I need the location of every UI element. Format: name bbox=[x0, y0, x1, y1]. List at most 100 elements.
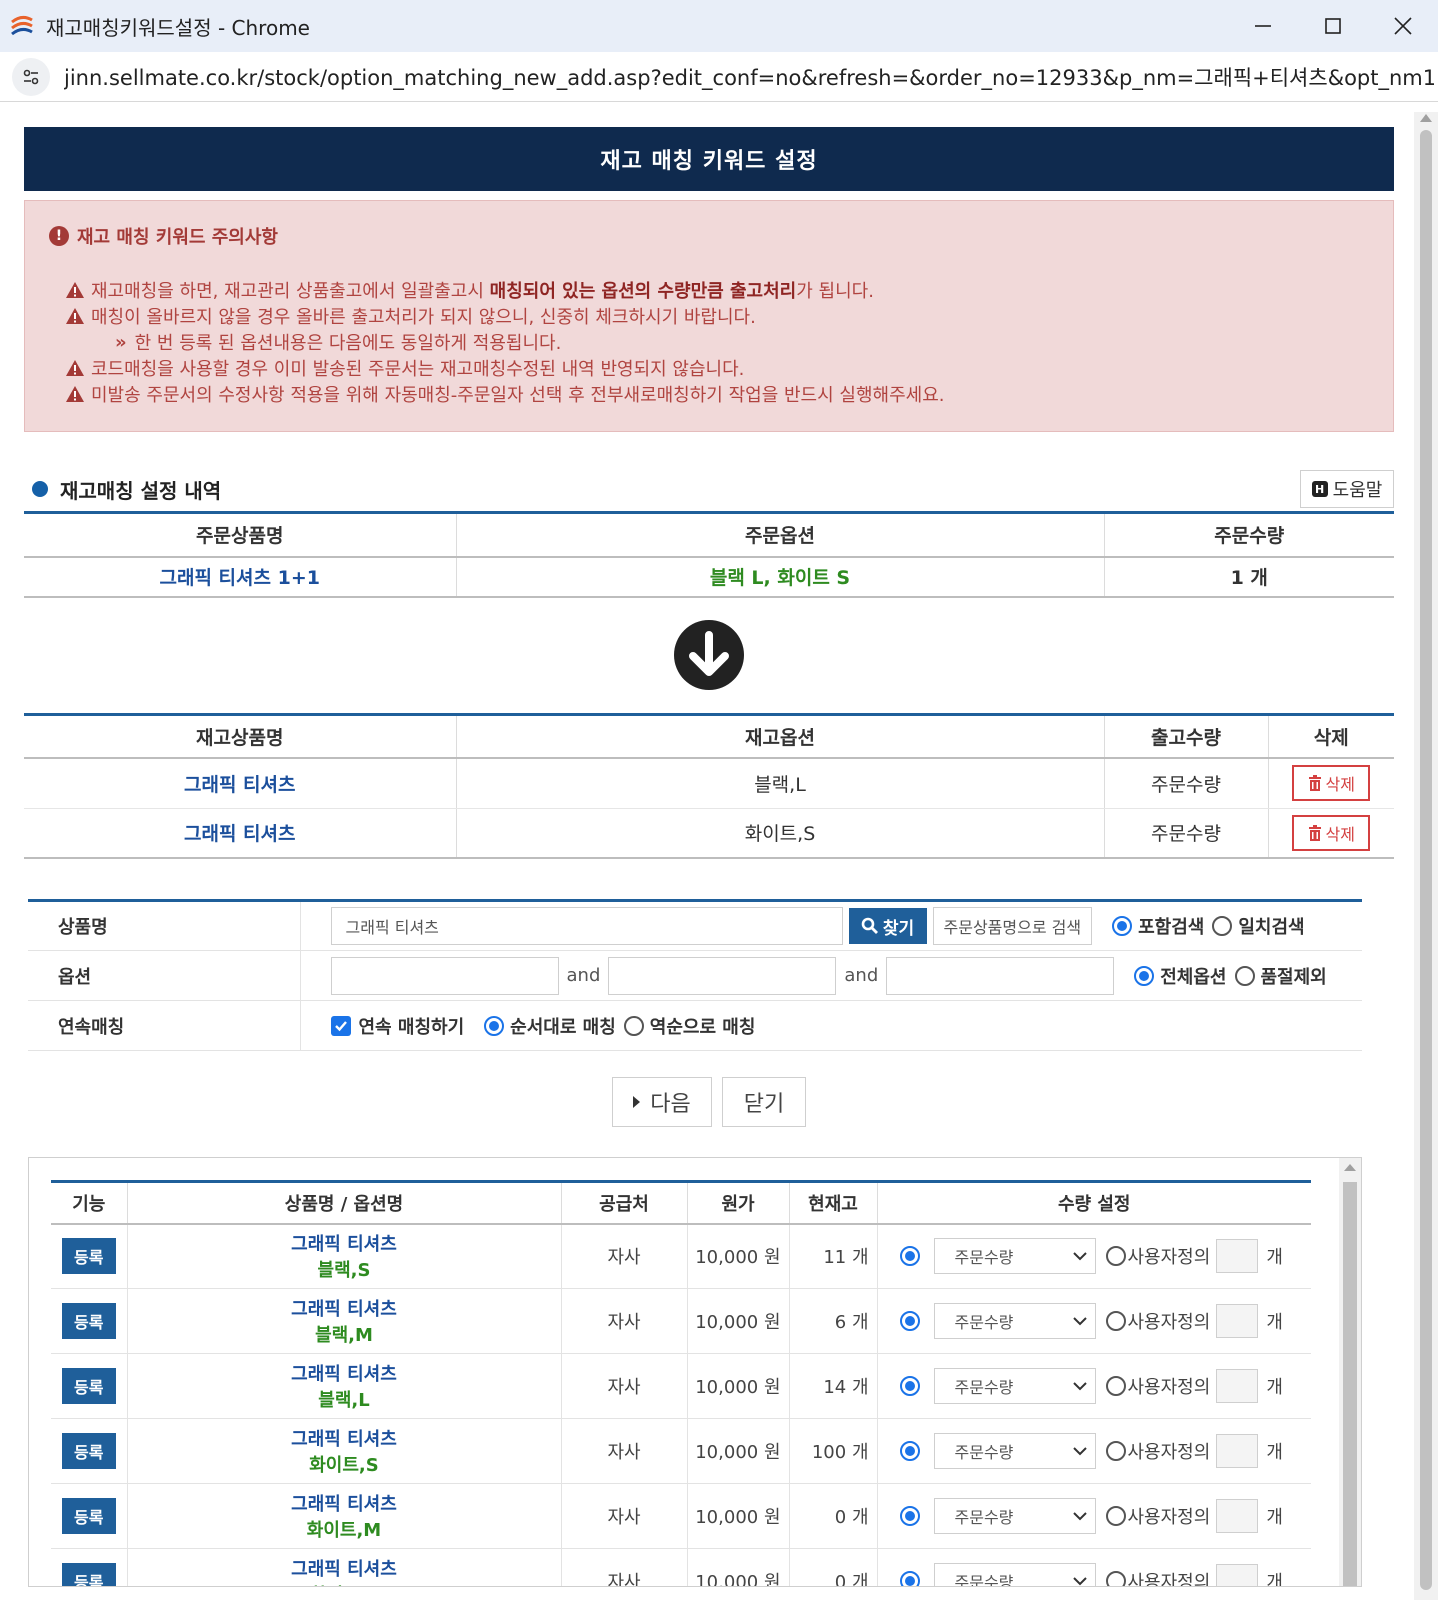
register-button[interactable]: 등록 bbox=[61, 1303, 116, 1339]
warning-text: 매칭이 올바르지 않을 경우 올바른 출고처리가 되지 않으니, 신중히 체크하… bbox=[91, 307, 756, 328]
register-button[interactable]: 등록 bbox=[61, 1368, 116, 1404]
continuous-checkbox[interactable] bbox=[330, 1015, 351, 1036]
order-qty-radio[interactable] bbox=[899, 1246, 920, 1267]
order-product-link[interactable]: 그래픽 티셔츠 1+1 bbox=[160, 567, 320, 589]
result-scrollbar[interactable] bbox=[1339, 1158, 1361, 1586]
product-search-input[interactable]: 그래픽 티셔츠 bbox=[330, 907, 843, 945]
play-triangle-icon bbox=[633, 1096, 641, 1108]
search-form: 상품명 그래픽 티셔츠 찾기 주문상품명으로 검색 포함검색 일치검색 옵션 a… bbox=[28, 899, 1362, 1051]
stock-cell: 14 개 bbox=[789, 1353, 878, 1419]
option-input-2[interactable] bbox=[608, 956, 837, 995]
help-button[interactable]: H 도움말 bbox=[1300, 470, 1394, 508]
warning-triangle-icon bbox=[66, 360, 84, 376]
stock-cell: 0 개 bbox=[789, 1548, 878, 1586]
custom-qty-radio[interactable] bbox=[1105, 1376, 1126, 1396]
table-row: 등록 그래픽 티셔츠 화이트,S 자사 10,000 원 100 개 주문수량 … bbox=[51, 1418, 1311, 1484]
order-forward-label: 순서대로 매칭 bbox=[510, 1016, 616, 1038]
include-search-radio[interactable] bbox=[1112, 916, 1133, 936]
next-button[interactable]: 다음 bbox=[612, 1077, 712, 1127]
close-window-button[interactable] bbox=[1368, 0, 1438, 52]
warning-sub-line: » 한 번 등록 된 옵션내용은 다음에도 동일하게 적용됩니다. bbox=[115, 329, 1369, 355]
result-product-name[interactable]: 그래픽 티셔츠 bbox=[128, 1295, 561, 1321]
delete-button[interactable]: 삭제 bbox=[1292, 765, 1371, 802]
option-label: 옵션 bbox=[28, 950, 301, 1001]
result-frame: 기능 상품명 / 옵션명 공급처 원가 현재고 수량 설정 등록 그래픽 티셔츠… bbox=[28, 1157, 1362, 1587]
order-qty-radio[interactable] bbox=[899, 1441, 920, 1461]
page-scrollbar[interactable] bbox=[1414, 112, 1438, 1600]
custom-qty-radio[interactable] bbox=[1105, 1571, 1126, 1586]
result-table: 기능 상품명 / 옵션명 공급처 원가 현재고 수량 설정 등록 그래픽 티셔츠… bbox=[51, 1180, 1311, 1587]
result-option-name: 블랙,M bbox=[315, 1325, 373, 1346]
custom-qty-input[interactable] bbox=[1216, 1369, 1259, 1403]
column-header: 현재고 bbox=[789, 1181, 878, 1225]
custom-qty-radio[interactable] bbox=[1105, 1246, 1126, 1267]
help-button-label: 도움말 bbox=[1332, 480, 1383, 501]
register-button[interactable]: 등록 bbox=[61, 1498, 116, 1534]
custom-qty-input[interactable] bbox=[1216, 1304, 1259, 1338]
url-text[interactable]: jinn.sellmate.co.kr/stock/option_matchin… bbox=[64, 62, 1434, 92]
table-row: 그래픽 티셔츠 화이트,S 주문수량 삭제 bbox=[24, 808, 1394, 859]
order-reverse-radio[interactable] bbox=[623, 1015, 644, 1036]
scroll-up-icon[interactable] bbox=[1420, 114, 1432, 122]
stock-product-link[interactable]: 그래픽 티셔츠 bbox=[184, 774, 296, 796]
custom-qty-input[interactable] bbox=[1216, 1239, 1259, 1274]
stock-cell: 0 개 bbox=[789, 1483, 878, 1549]
qty-select[interactable]: 주문수량 bbox=[933, 1238, 1096, 1275]
result-scroll-thumb[interactable] bbox=[1343, 1182, 1357, 1586]
qty-select[interactable]: 주문수량 bbox=[933, 1368, 1096, 1404]
result-product-name[interactable]: 그래픽 티셔츠 bbox=[128, 1490, 561, 1516]
custom-qty-radio[interactable] bbox=[1105, 1441, 1126, 1461]
next-button-label: 다음 bbox=[650, 1092, 691, 1117]
all-options-radio[interactable] bbox=[1134, 965, 1155, 986]
order-qty-radio[interactable] bbox=[899, 1571, 920, 1586]
delete-button[interactable]: 삭제 bbox=[1292, 814, 1371, 851]
exclude-soldout-label: 품절제외 bbox=[1260, 966, 1327, 988]
scroll-up-icon[interactable] bbox=[1344, 1164, 1356, 1171]
page-scroll-thumb[interactable] bbox=[1420, 130, 1432, 1590]
option-input-3[interactable] bbox=[886, 956, 1115, 995]
order-table: 주문상품명 주문옵션 주문수량 그래픽 티셔츠 1+1 블랙 L, 화이트 S … bbox=[24, 511, 1394, 598]
result-product-name[interactable]: 그래픽 티셔츠 bbox=[128, 1555, 561, 1581]
exclude-soldout-radio[interactable] bbox=[1234, 965, 1255, 986]
option-input-1[interactable] bbox=[330, 956, 559, 995]
result-product-name[interactable]: 그래픽 티셔츠 bbox=[128, 1425, 561, 1451]
site-info-button[interactable] bbox=[12, 57, 50, 96]
maximize-button[interactable] bbox=[1298, 0, 1368, 52]
custom-qty-input[interactable] bbox=[1216, 1434, 1259, 1468]
order-qty-radio[interactable] bbox=[899, 1311, 920, 1331]
qty-select-value: 주문수량 bbox=[954, 1248, 1014, 1268]
register-button[interactable]: 등록 bbox=[61, 1563, 116, 1586]
order-qty-radio[interactable] bbox=[899, 1506, 920, 1526]
table-row: 그래픽 티셔츠 1+1 블랙 L, 화이트 S 1 개 bbox=[24, 556, 1394, 597]
close-button[interactable]: 닫기 bbox=[722, 1077, 806, 1127]
search-row-continuous: 연속매칭 연속 매칭하기 순서대로 매칭 역순으로 매칭 bbox=[28, 1000, 1362, 1051]
stock-product-link[interactable]: 그래픽 티셔츠 bbox=[184, 823, 296, 845]
action-buttons: 다음 닫기 bbox=[24, 1077, 1394, 1127]
include-search-label: 포함검색 bbox=[1138, 917, 1205, 938]
result-product-name[interactable]: 그래픽 티셔츠 bbox=[128, 1360, 561, 1386]
order-qty-radio[interactable] bbox=[899, 1376, 920, 1396]
warning-line: 재고매칭을 하면, 재고관리 상품출고에서 일괄출고시 매칭되어 있는 옵션의 … bbox=[65, 277, 1369, 303]
and-label: and bbox=[566, 965, 601, 986]
custom-qty-input[interactable] bbox=[1216, 1499, 1259, 1533]
exact-search-radio[interactable] bbox=[1212, 916, 1233, 936]
find-button[interactable]: 찾기 bbox=[848, 908, 927, 944]
order-forward-radio[interactable] bbox=[484, 1015, 505, 1036]
qty-select[interactable]: 주문수량 bbox=[933, 1303, 1096, 1339]
search-by-order-button[interactable]: 주문상품명으로 검색 bbox=[932, 907, 1093, 945]
custom-qty-input[interactable] bbox=[1216, 1564, 1259, 1586]
supplier-cell: 자사 bbox=[561, 1288, 688, 1354]
window-titlebar: 재고매칭키워드설정 - Chrome bbox=[0, 0, 1438, 52]
qty-select-value: 주문수량 bbox=[954, 1573, 1014, 1587]
chevron-down-icon bbox=[1072, 1512, 1087, 1521]
minimize-button[interactable] bbox=[1228, 0, 1298, 52]
qty-select[interactable]: 주문수량 bbox=[933, 1563, 1096, 1587]
column-header: 주문수량 bbox=[1104, 512, 1394, 558]
custom-qty-radio[interactable] bbox=[1105, 1506, 1126, 1526]
register-button[interactable]: 등록 bbox=[61, 1238, 116, 1275]
register-button[interactable]: 등록 bbox=[61, 1433, 116, 1469]
custom-qty-radio[interactable] bbox=[1105, 1311, 1126, 1331]
result-product-name[interactable]: 그래픽 티셔츠 bbox=[128, 1230, 561, 1256]
qty-select[interactable]: 주문수량 bbox=[933, 1433, 1096, 1469]
qty-select[interactable]: 주문수량 bbox=[933, 1498, 1096, 1534]
